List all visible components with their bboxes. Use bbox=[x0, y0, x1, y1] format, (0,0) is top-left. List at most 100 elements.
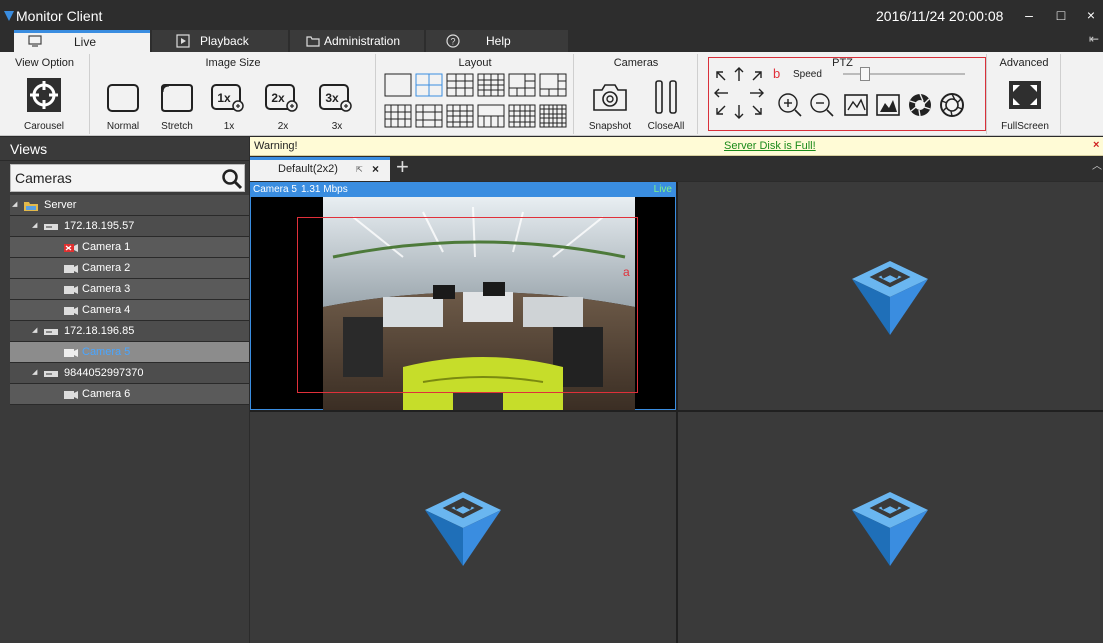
view-option-group: View Option Carousel bbox=[0, 54, 90, 134]
fullscreen-button[interactable]: FullScreen bbox=[996, 78, 1054, 132]
tree-item-label: Camera 1 bbox=[82, 241, 131, 253]
brand-logo-icon bbox=[425, 492, 501, 566]
video-cell-4[interactable] bbox=[678, 412, 1103, 643]
warning-close-button[interactable]: × bbox=[1093, 139, 1099, 151]
svg-text:?: ? bbox=[450, 37, 455, 47]
close-all-button[interactable]: CloseAll bbox=[641, 78, 691, 132]
carousel-button[interactable]: Carousel bbox=[4, 76, 84, 132]
speed-slider[interactable] bbox=[843, 67, 965, 81]
zoom-3x-button[interactable]: 3x 3x bbox=[315, 84, 359, 132]
ptz-zoom-out-icon[interactable] bbox=[809, 92, 835, 118]
tree-item-recorder-2[interactable]: ◢ 172.18.196.85 bbox=[10, 321, 249, 342]
snapshot-button[interactable]: Snapshot bbox=[583, 78, 637, 132]
tree-item-camera-1[interactable]: Camera 1 bbox=[10, 237, 249, 258]
focus-near-icon[interactable] bbox=[843, 92, 869, 118]
tree-item-label: Camera 4 bbox=[82, 304, 131, 316]
zoom-1x-label: 1x bbox=[223, 121, 235, 132]
camera-name: Camera 5 bbox=[253, 184, 297, 195]
stretch-label: Stretch bbox=[161, 121, 193, 132]
tab-live-label: Live bbox=[74, 35, 97, 49]
tree-item-camera-3[interactable]: Camera 3 bbox=[10, 279, 249, 300]
cameras-search-label: Cameras bbox=[15, 170, 72, 186]
video-cell-1[interactable]: Camera 5 1.31 Mbps Live a bbox=[250, 182, 676, 410]
close-button[interactable]: × bbox=[1077, 6, 1103, 24]
layout-grid-icons[interactable] bbox=[383, 72, 569, 132]
camera-error-icon bbox=[64, 244, 78, 252]
zoom-1x-button[interactable]: 1x 1x bbox=[207, 84, 251, 132]
layout-group: Layout bbox=[377, 54, 574, 134]
view-tab-label: Default(2x2) bbox=[278, 163, 338, 175]
carousel-icon bbox=[27, 78, 61, 112]
view-tab-default[interactable]: Default(2x2) ⇱ × bbox=[250, 157, 390, 181]
zoom-1x-glyph: 1x bbox=[217, 91, 231, 105]
tab-live[interactable]: Live bbox=[14, 30, 150, 52]
view-option-title: View Option bbox=[14, 57, 75, 69]
ptz-highlight-box: b Speed bbox=[708, 57, 986, 131]
normal-button[interactable]: Normal bbox=[101, 84, 145, 132]
folder-icon bbox=[306, 36, 320, 47]
video-cell-3[interactable] bbox=[250, 412, 676, 643]
tree-item-server[interactable]: ◢ Server bbox=[10, 195, 249, 216]
ribbon-toolbar: View Option Carousel Image Size Normal S… bbox=[0, 52, 1103, 136]
tree-item-camera-4[interactable]: Camera 4 bbox=[10, 300, 249, 321]
video-cell-2[interactable] bbox=[678, 182, 1103, 410]
zoom-2x-glyph: 2x bbox=[271, 91, 285, 105]
pin-icon[interactable]: ⇤ bbox=[1089, 32, 1099, 46]
camera-bitrate: 1.31 Mbps bbox=[301, 184, 348, 195]
camera-icon bbox=[64, 349, 78, 357]
question-icon: ? bbox=[446, 34, 460, 48]
monitor-icon bbox=[28, 35, 42, 47]
datetime-display: 2016/11/24 20:00:08 bbox=[876, 8, 1004, 24]
layout-title: Layout bbox=[458, 57, 492, 69]
popout-icon[interactable]: ⇱ bbox=[356, 165, 363, 174]
tree-item-camera-2[interactable]: Camera 2 bbox=[10, 258, 249, 279]
tab-administration[interactable]: Administration bbox=[290, 30, 424, 52]
view-tab-close-button[interactable]: × bbox=[372, 162, 379, 176]
tree-item-label: Camera 6 bbox=[82, 388, 131, 400]
ptz-direction-arrows-icon[interactable] bbox=[711, 62, 767, 124]
speed-label: Speed bbox=[793, 69, 822, 80]
camera-icon bbox=[64, 265, 78, 273]
warning-label: Warning! bbox=[254, 140, 298, 152]
video-grid: Camera 5 1.31 Mbps Live a bbox=[250, 182, 1103, 643]
advanced-group: Advanced FullScreen bbox=[988, 54, 1061, 134]
ptz-marker-label: b bbox=[773, 66, 781, 81]
tree-item-label: 172.18.195.57 bbox=[64, 220, 135, 232]
camera-tree: ◢ Server ◢ 172.18.195.57 Camera 1 Camera… bbox=[10, 195, 249, 405]
tree-item-camera-6[interactable]: Camera 6 bbox=[10, 384, 249, 405]
camera-icon bbox=[64, 307, 78, 315]
region-of-interest-box bbox=[297, 217, 638, 393]
zoom-2x-button[interactable]: 2x 2x bbox=[261, 84, 305, 132]
stretch-button[interactable]: Stretch bbox=[155, 84, 199, 132]
cameras-group: Cameras Snapshot CloseAll bbox=[575, 54, 698, 134]
search-icon[interactable] bbox=[221, 168, 243, 190]
tab-playback-label: Playback bbox=[200, 34, 249, 48]
tree-item-recorder-1[interactable]: ◢ 172.18.195.57 bbox=[10, 216, 249, 237]
add-view-tab-button[interactable]: + bbox=[396, 155, 409, 179]
speed-slider-thumb[interactable] bbox=[860, 67, 870, 81]
tree-item-recorder-3[interactable]: ◢ 9844052997370 bbox=[10, 363, 249, 384]
tab-playback[interactable]: Playback bbox=[152, 30, 288, 52]
camera-icon bbox=[64, 286, 78, 294]
camera-info-bar: Camera 5 1.31 Mbps Live bbox=[251, 183, 675, 197]
tree-item-label: 9844052997370 bbox=[64, 367, 144, 379]
minimize-button[interactable]: – bbox=[1015, 6, 1043, 24]
tab-administration-label: Administration bbox=[324, 34, 401, 48]
tab-help[interactable]: ? Help bbox=[426, 30, 568, 52]
advanced-title: Advanced bbox=[999, 57, 1049, 69]
fullscreen-label: FullScreen bbox=[1001, 121, 1049, 132]
image-size-title: Image Size bbox=[205, 57, 261, 69]
zoom-2x-label: 2x bbox=[277, 121, 289, 132]
maximize-button[interactable]: □ bbox=[1047, 6, 1075, 24]
tree-item-camera-5[interactable]: Camera 5 bbox=[10, 342, 249, 363]
cameras-search-bar[interactable]: Cameras bbox=[10, 164, 245, 192]
views-header[interactable]: Views bbox=[0, 137, 249, 161]
ptz-zoom-in-icon[interactable] bbox=[777, 92, 803, 118]
iris-close-icon[interactable] bbox=[939, 92, 965, 118]
focus-far-icon[interactable] bbox=[875, 92, 901, 118]
warning-message-link[interactable]: Server Disk is Full! bbox=[724, 140, 816, 152]
zoom-3x-icon: 3x bbox=[319, 84, 352, 112]
iris-open-icon[interactable] bbox=[907, 92, 933, 118]
collapse-icon[interactable]: ︿ bbox=[1092, 157, 1102, 172]
left-panel: Views Cameras ◢ Server ◢ 172.18.195.57 C… bbox=[0, 137, 249, 643]
